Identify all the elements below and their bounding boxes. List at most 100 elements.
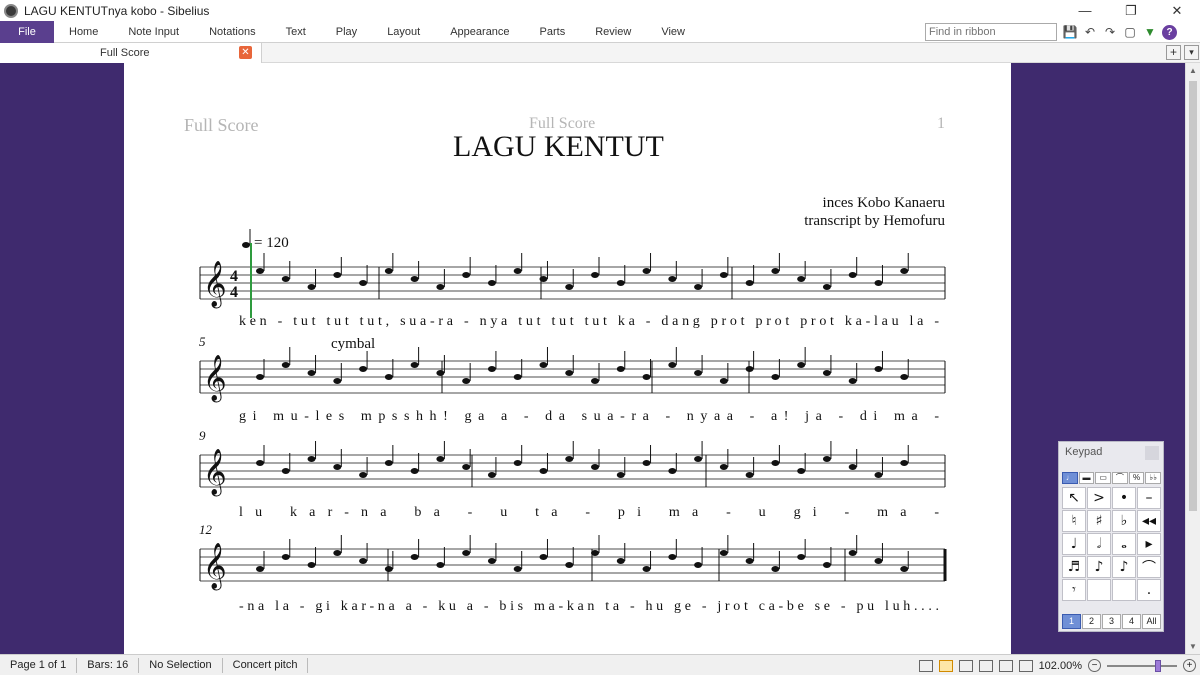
note-head — [410, 554, 419, 560]
tempo-marking[interactable]: = 120 — [242, 229, 289, 251]
keypad-key-19[interactable] — [1112, 579, 1136, 601]
note-head — [822, 456, 831, 462]
help-icon[interactable]: ? — [1162, 24, 1177, 40]
close-button[interactable]: ✕ — [1154, 0, 1200, 21]
keypad-key-5[interactable]: ♮ — [1062, 510, 1086, 532]
keypad-key-13[interactable]: ♬ — [1062, 556, 1086, 578]
note-head — [281, 362, 290, 368]
keypad-key-16[interactable]: ⌒ — [1137, 556, 1161, 578]
zoom-out-icon[interactable]: − — [1088, 659, 1101, 672]
note-head — [874, 280, 883, 286]
single-page-view-icon[interactable] — [938, 659, 953, 672]
tab-layout[interactable]: Layout — [372, 21, 435, 43]
keypad-key-17[interactable]: 𝄾 — [1062, 579, 1086, 601]
note-head — [256, 374, 264, 380]
ribbon-search-input[interactable] — [925, 23, 1057, 41]
tab-note-input[interactable]: Note Input — [113, 21, 194, 43]
note-head — [462, 550, 471, 556]
redo-icon[interactable]: ↷ — [1102, 25, 1118, 39]
tab-review[interactable]: Review — [580, 21, 646, 43]
keypad-key-14[interactable]: ♪ — [1087, 556, 1111, 578]
score-canvas[interactable]: Full Score Full Score 1 LAGU KENTUT ince… — [124, 63, 1011, 654]
keypad-key-20[interactable]: . — [1137, 579, 1161, 601]
tab-play[interactable]: Play — [321, 21, 372, 43]
scroll-down-icon[interactable]: ▼ — [1189, 642, 1197, 651]
tab-notations[interactable]: Notations — [194, 21, 270, 43]
keypad-close-icon[interactable] — [1145, 446, 1159, 460]
horizontal-pages-icon[interactable] — [978, 659, 993, 672]
tab-text[interactable]: Text — [271, 21, 321, 43]
keypad-key-12[interactable]: ▸ — [1137, 533, 1161, 555]
keypad-key-2[interactable]: > — [1087, 487, 1111, 509]
zoom-slider-knob[interactable] — [1155, 659, 1161, 672]
tab-appearance[interactable]: Appearance — [435, 21, 524, 43]
tab-menu-button[interactable]: ▾ — [1184, 45, 1199, 60]
staff-systems[interactable]: 𝄞 ken - tut tut tut, sua-ra - nya tut tut… — [199, 243, 947, 614]
tab-file[interactable]: File — [0, 20, 54, 43]
keypad-key-18[interactable] — [1087, 579, 1111, 601]
scroll-up-icon[interactable]: ▲ — [1189, 66, 1197, 75]
page-number: 1 — [937, 115, 945, 132]
keypad-layout-all[interactable]: All — [1142, 614, 1161, 629]
keypad-key-15[interactable]: ♪ — [1112, 556, 1136, 578]
spreads-view-icon[interactable] — [958, 659, 973, 672]
keypad-layout-3[interactable]: 3 — [1102, 614, 1121, 629]
keypad-key-11[interactable]: 𝅝 — [1112, 533, 1136, 555]
technique-text[interactable]: cymbal — [331, 336, 375, 352]
vertical-pages-icon[interactable] — [998, 659, 1013, 672]
note-head — [436, 370, 445, 376]
doc-tab-full-score[interactable]: Full Score ✕ — [0, 43, 262, 63]
restore-icon[interactable]: ▢ — [1122, 25, 1138, 39]
note-head — [719, 378, 728, 384]
keypad-mode-common[interactable]: ♩ — [1062, 472, 1078, 484]
score-title[interactable]: LAGU KENTUT — [453, 130, 664, 163]
tab-parts[interactable]: Parts — [525, 21, 581, 43]
close-tab-icon[interactable]: ✕ — [239, 46, 252, 59]
keypad-layout-2[interactable]: 2 — [1082, 614, 1101, 629]
expand-ribbon-icon[interactable]: ▼ — [1142, 25, 1158, 39]
status-concert-pitch[interactable]: Concert pitch — [223, 657, 309, 673]
scroll-thumb[interactable] — [1189, 81, 1197, 511]
keypad-mode-articulations[interactable]: ⌒ — [1112, 472, 1128, 484]
save-icon[interactable]: 💾 — [1062, 25, 1078, 39]
keypad-key-10[interactable]: 𝅗𝅥 — [1087, 533, 1111, 555]
status-page[interactable]: Page 1 of 1 — [0, 657, 78, 673]
note-head — [333, 272, 342, 278]
note-head — [256, 268, 264, 274]
keypad-mode-jazz[interactable]: % — [1128, 472, 1145, 484]
status-bars: Bars: 16 — [77, 657, 140, 673]
panorama-icon[interactable] — [918, 659, 933, 672]
keypad-panel[interactable]: Keypad ♩ ▬ ▭ ⌒ % ♭♭ ↖ > • – ♮ ♯ ♭ ◂◂ ♩ 𝅗𝅥 𝅝 ▸ ♬ ♪ ♪ ⌒ 𝄾.… — [1058, 441, 1164, 632]
tempo-text: = 120 — [254, 235, 289, 251]
restore-button[interactable]: ❐ — [1108, 0, 1154, 21]
note-head — [539, 468, 548, 474]
keypad-mode-accidentals[interactable]: ♭♭ — [1145, 472, 1162, 484]
vertical-scrollbar[interactable]: ▲ ▼ — [1185, 63, 1200, 654]
zoom-in-icon[interactable]: + — [1183, 659, 1196, 672]
keypad-mode-notes[interactable]: ▬ — [1078, 472, 1095, 484]
note-head — [719, 272, 728, 278]
keypad-mode-beams[interactable]: ▭ — [1095, 472, 1112, 484]
bar-number-12: 12 — [199, 522, 213, 537]
tab-home[interactable]: Home — [54, 21, 113, 43]
keypad-key-9[interactable]: ♩ — [1062, 533, 1086, 555]
keypad-key-7[interactable]: ♭ — [1112, 510, 1136, 532]
tab-view[interactable]: View — [646, 21, 700, 43]
keypad-layout-4[interactable]: 4 — [1122, 614, 1141, 629]
keypad-layout-1[interactable]: 1 — [1062, 614, 1081, 629]
minimize-button[interactable]: — — [1062, 0, 1108, 21]
keypad-key-8[interactable]: ◂◂ — [1137, 510, 1161, 532]
zoom-slider[interactable] — [1107, 659, 1177, 672]
full-screen-icon[interactable] — [1018, 659, 1033, 672]
keypad-key-3[interactable]: • — [1112, 487, 1136, 509]
keypad-key-6[interactable]: ♯ — [1087, 510, 1111, 532]
transcriber-text[interactable]: transcript by Hemofuru — [804, 213, 945, 229]
keypad-modes: ♩ ▬ ▭ ⌒ % ♭♭ — [1062, 472, 1162, 484]
keypad-key-4[interactable]: – — [1137, 487, 1161, 509]
score-page[interactable]: Full Score Full Score 1 LAGU KENTUT ince… — [124, 63, 1011, 654]
keypad-key-1[interactable]: ↖ — [1062, 487, 1086, 509]
note-head — [616, 558, 625, 564]
composer-text[interactable]: inces Kobo Kanaeru — [823, 195, 946, 211]
add-tab-button[interactable]: + — [1166, 45, 1181, 60]
undo-icon[interactable]: ↶ — [1082, 25, 1098, 39]
